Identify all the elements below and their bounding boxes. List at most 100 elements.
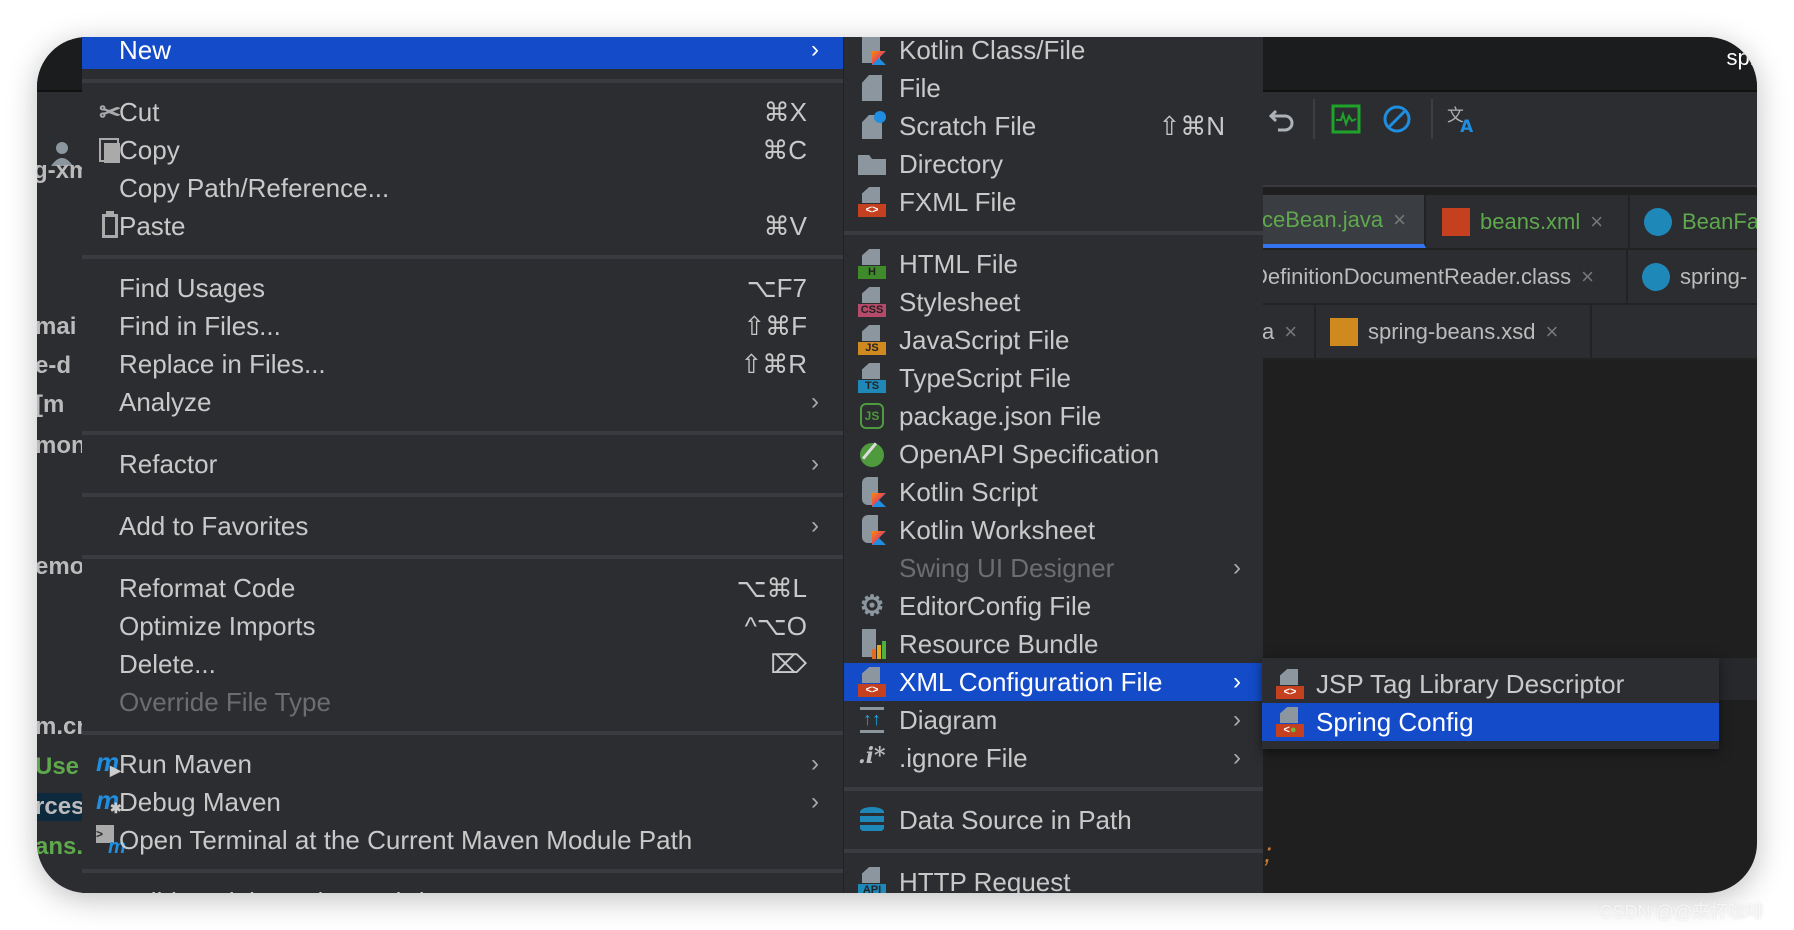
toolbar-separator [1431,99,1433,139]
menu-item-label: Replace in Files... [119,348,326,379]
menu-item-new[interactable]: New › [82,37,843,69]
tab-row: a × spring-beans.xsd × [1262,305,1757,360]
close-tab-icon[interactable]: × [1393,207,1406,233]
menu-item-file[interactable]: File [844,69,1263,107]
project-tree-fragment[interactable]: ans. [37,833,83,861]
tab-label: ceBean.java [1262,206,1384,232]
close-tab-icon[interactable]: × [1284,319,1297,345]
ts-icon: TS [858,363,886,393]
menu-item-javascript-file[interactable]: JS JavaScript File [844,321,1263,359]
project-tree-fragment[interactable]: e-d [37,352,71,380]
project-tree-fragment[interactable]: [m [37,391,64,419]
menu-separator [82,79,843,83]
menu-item-stylesheet[interactable]: CSS Stylesheet [844,283,1263,321]
menu-item-kotlin-script[interactable]: Kotlin Script [844,473,1263,511]
activity-monitor-icon[interactable] [1331,104,1361,134]
menu-item-data-source-in-path[interactable]: Data Source in Path [844,801,1263,839]
menu-item-label: package.json File [899,400,1102,431]
menu-item-label: Kotlin Worksheet [899,514,1096,545]
menu-item-run-maven[interactable]: m ▶ Run Maven › [82,745,843,783]
project-tree-fragment[interactable]: emo [37,553,84,581]
menu-item-ignore-file[interactable]: .i* .ignore File › [844,739,1263,777]
menu-item-fxml-file[interactable]: <> FXML File [844,183,1263,221]
menu-item-spring-config[interactable]: <● Spring Config [1262,703,1719,741]
menu-item-editorconfig-file[interactable]: ⚙ EditorConfig File [844,587,1263,625]
new-submenu: Kotlin Class/File File Scratch File ⇧⌘N Dire… [843,37,1263,893]
menu-item-replace-in-files[interactable]: Replace in Files... ⇧⌘R [82,345,843,383]
tab-spring-beans-xsd[interactable]: spring-beans.xsd × [1316,305,1592,358]
close-tab-icon[interactable]: × [1581,264,1594,290]
tab-definitiondocumentreader-class[interactable]: DefinitionDocumentReader.class × [1252,250,1628,303]
menu-item-refactor[interactable]: Refactor › [82,445,843,483]
menu-item-optimize-imports[interactable]: Optimize Imports ^⌥O [82,607,843,645]
menu-item-openapi-specification[interactable]: OpenAPI Specification [844,435,1263,473]
menu-item-kotlin-class-file[interactable]: Kotlin Class/File [844,37,1263,69]
tab-label: spring- [1680,263,1748,289]
menu-item-diagram[interactable]: ↑↑ Diagram › [844,701,1263,739]
shortcut-label: ⌘C [762,134,807,165]
translate-icon[interactable]: 文A [1447,104,1477,134]
project-tree-fragment[interactable]: m.cr [37,713,86,741]
menu-item-kotlin-worksheet[interactable]: Kotlin Worksheet [844,511,1263,549]
disable-icon[interactable] [1382,104,1412,134]
undo-icon[interactable] [1267,104,1297,134]
tab-label: DefinitionDocumentReader.class [1252,263,1572,289]
menu-item-reformat-code[interactable]: Reformat Code ⌥⌘L [82,569,843,607]
menu-item-debug-maven[interactable]: m ✱ Debug Maven › [82,783,843,821]
tab-cebean-java[interactable]: ceBean.java × [1262,195,1426,248]
menu-item-paste[interactable]: Paste ⌘V [82,207,843,245]
menu-item-scratch-file[interactable]: Scratch File ⇧⌘N [844,107,1263,145]
menu-item-label: Kotlin Class/File [899,37,1086,65]
menu-item-jsp-tag-library-descriptor[interactable]: <> JSP Tag Library Descriptor [1262,665,1719,703]
chevron-right-icon: › [1233,668,1241,695]
menu-item-label: Paste [119,210,186,241]
tab-row: ceBean.java × beans.xml × BeanFa [1262,195,1757,250]
css-icon: CSS [858,287,886,317]
menu-item-find-in-files[interactable]: Find in Files... ⇧⌘F [82,307,843,345]
shortcut-label: ⇧⌘F [743,310,807,341]
tab-spring[interactable]: spring- [1628,250,1757,303]
watermark: CSDN @@来杯咖啡 [1599,902,1764,922]
menu-item-find-usages[interactable]: Find Usages ⌥F7 [82,269,843,307]
menu-item-package-json-file[interactable]: JS package.json File [844,397,1263,435]
menu-item-label: Stylesheet [899,286,1021,317]
menu-item-delete[interactable]: Delete... ⌦ [82,645,843,683]
kotlin-icon [858,37,886,65]
menu-item-swing-ui-designer: Swing UI Designer › [844,549,1263,587]
menu-item-copy[interactable]: Copy ⌘C [82,131,843,169]
close-tab-icon[interactable]: × [1546,319,1559,345]
menu-item-http-request[interactable]: API HTTP Request [844,863,1263,893]
menu-item-analyze[interactable]: Analyze › [82,383,843,421]
scratch-icon [858,111,886,141]
project-tree-fragment[interactable]: mai [37,313,76,341]
context-menu: New › ✂ Cut ⌘X Copy ⌘C Copy Path/Reference... Pa… [82,37,843,893]
menu-item-html-file[interactable]: H HTML File [844,245,1263,283]
menu-item-cut[interactable]: ✂ Cut ⌘X [82,93,843,131]
menu-item-xml-configuration-file[interactable]: <> XML Configuration File › [844,663,1263,701]
class-icon [1644,207,1672,236]
menu-separator [844,849,1263,853]
menu-separator [82,731,843,735]
menu-item-label: File [899,72,941,103]
menu-item-open-terminal-at-the-current-maven-module-path[interactable]: > m Open Terminal at the Current Maven Mod… [82,821,843,859]
tab-beanfa[interactable]: BeanFa [1630,195,1757,248]
kotlin-script-icon [858,477,886,507]
menu-item-label: Add to Favorites [119,510,309,541]
menu-item-build-module-spring-xml-demo[interactable]: Build Module 'spring-xml-demo' [82,883,843,894]
tab-row: DefinitionDocumentReader.class × spring- [1252,250,1757,305]
tab-a[interactable]: a × [1262,305,1316,358]
project-tree-fragment[interactable]: Use [37,753,79,781]
menu-item-directory[interactable]: Directory [844,145,1263,183]
tab-beans-xml[interactable]: beans.xml × [1428,195,1630,248]
menu-item-copy-path-reference[interactable]: Copy Path/Reference... [82,169,843,207]
close-tab-icon[interactable]: × [1590,209,1603,235]
shortcut-label: ^⌥O [744,610,807,641]
menu-item-resource-bundle[interactable]: Resource Bundle [844,625,1263,663]
chevron-right-icon: › [1233,706,1241,733]
chevron-right-icon: › [1233,744,1241,771]
menu-item-add-to-favorites[interactable]: Add to Favorites › [82,507,843,545]
shortcut-label: ⇧⌘R [740,348,807,379]
shortcut-label: ⌦ [770,648,807,679]
project-tree-fragment[interactable]: mon [37,432,86,460]
menu-item-typescript-file[interactable]: TS TypeScript File [844,359,1263,397]
